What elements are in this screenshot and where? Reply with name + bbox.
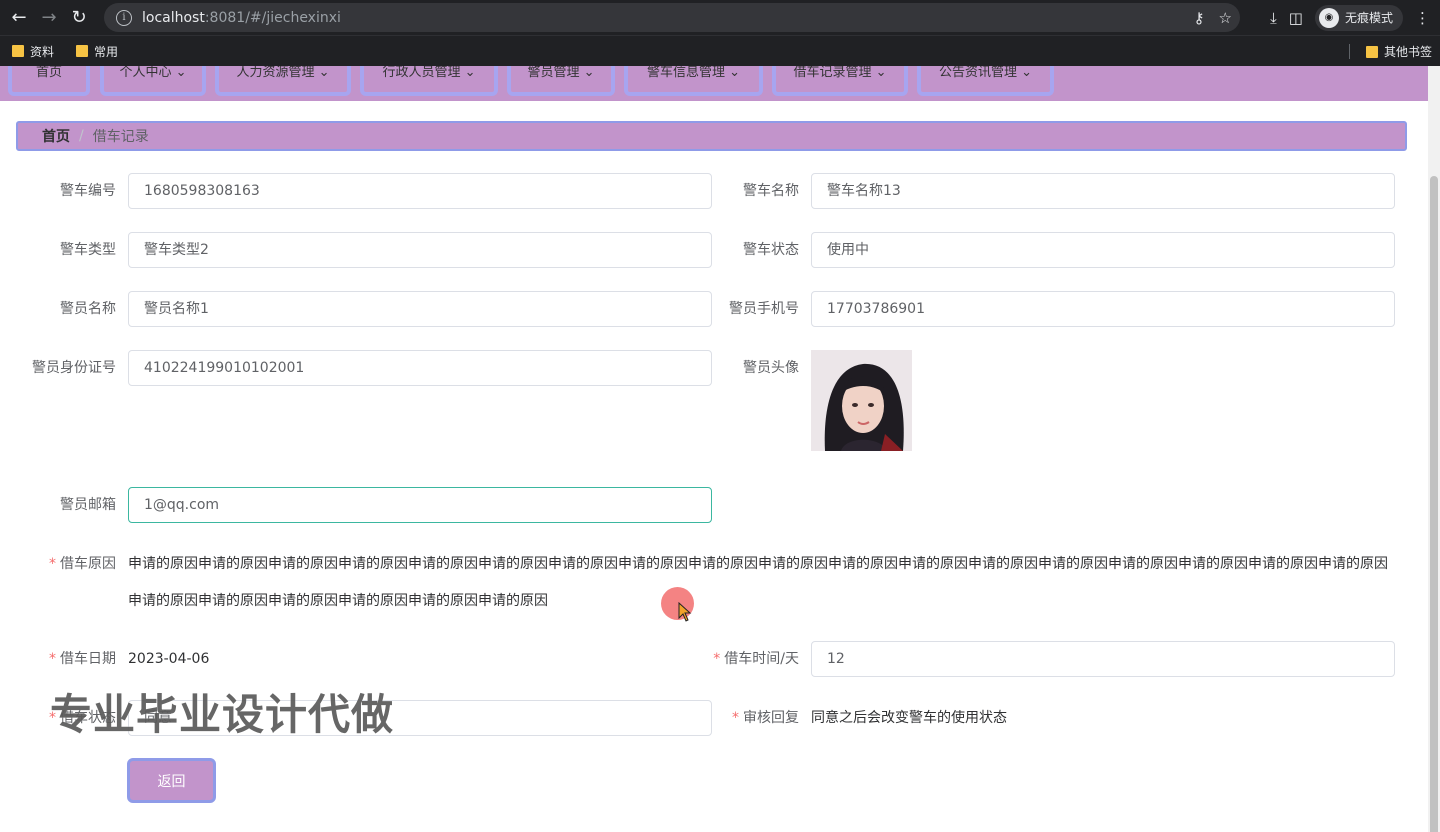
car-no-label: 警车编号 [60,183,116,199]
nav-tab-admin-staff[interactable]: 行政人员管理 ⌄ [360,66,498,96]
officer-phone-field[interactable]: 17703786901 [811,291,1395,327]
car-name-field[interactable]: 警车名称13 [811,173,1395,209]
incognito-badge[interactable]: ◉ 无痕模式 [1314,4,1403,31]
officer-name-field[interactable]: 警员名称1 [128,291,712,327]
officer-email-field[interactable]: 1@qq.com [128,487,712,523]
borrow-days-label: * 借车时间/天 [690,641,799,677]
nav-tab-label: 警员管理 [527,66,580,80]
bookmark-folder-ziliao[interactable]: 资料 [12,43,54,60]
star-icon[interactable]: ☆ [1219,9,1232,27]
bookmark-divider [1349,44,1350,59]
car-no-field[interactable]: 1680598308163 [128,173,712,209]
menu-icon[interactable]: ⋮ [1415,9,1430,27]
reason-label: * 借车原因 [20,546,116,582]
nav-tab-label: 公告资讯管理 [938,66,1017,80]
officer-avatar-image [811,350,912,451]
mouse-pointer-icon [678,602,692,622]
nav-tab-car-info[interactable]: 警车信息管理 ⌄ [624,66,763,96]
reason-text: 申请的原因申请的原因申请的原因申请的原因申请的原因申请的原因申请的原因申请的原因… [128,556,1388,609]
bookmarks-bar: 资料 常用 其他书签 [0,35,1440,66]
scrollbar-thumb[interactable] [1430,176,1438,832]
officer-phone-label: 警员手机号 [729,301,799,317]
car-status-label: 警车状态 [743,242,799,258]
reason-label-text: 借车原因 [60,556,116,572]
incognito-label: 无痕模式 [1344,11,1393,25]
breadcrumb-current: 借车记录 [92,129,149,145]
nav-tab-home[interactable]: 首页 [8,66,90,96]
nav-tab-label: 首页 [35,66,62,80]
folder-icon [12,45,24,57]
site-info-icon[interactable]: i [116,9,132,26]
borrow-date-value: 2023-04-06 [128,651,210,667]
page-content: 首页 个人中心 ⌄ 人力资源管理 ⌄ 行政人员管理 ⌄ 警员管理 ⌄ 警车信息管… [0,66,1428,832]
avatar-photo [811,350,912,451]
other-bookmarks-label: 其他书签 [1383,45,1432,59]
nav-tab-label: 借车记录管理 [793,66,872,80]
reload-icon[interactable]: ↻ [64,3,94,33]
top-navigation: 首页 个人中心 ⌄ 人力资源管理 ⌄ 行政人员管理 ⌄ 警员管理 ⌄ 警车信息管… [0,66,1428,101]
borrow-days-label-text: 借车时间/天 [724,651,799,667]
borrow-date-label-text: 借车日期 [60,651,116,667]
back-button[interactable]: 返回 [127,758,216,803]
bookmark-folder-changyong[interactable]: 常用 [76,43,118,60]
officer-id-label: 警员身份证号 [32,360,116,376]
browser-toolbar: ← → ↻ i localhost:8081/#/jiechexinxi ⚷ ☆… [0,0,1440,35]
folder-icon [1365,45,1378,58]
review-reply-value: 同意之后会改变警车的使用状态 [811,710,1007,726]
car-name-label: 警车名称 [743,183,799,199]
folder-icon [76,45,89,57]
borrow-date-label: * 借车日期 [20,641,116,677]
side-panel-icon[interactable]: ◫ [1289,9,1303,27]
officer-email-label: 警员邮箱 [60,497,116,513]
url-host: localhost [142,9,205,26]
car-type-label: 警车类型 [60,242,116,258]
forward-arrow-icon[interactable]: → [34,3,64,33]
required-mark: * [732,710,739,726]
url-path: :8081/#/jiechexinxi [204,9,341,26]
nav-tab-label: 行政人员管理 [382,66,461,80]
page-scrollbar[interactable] [1428,66,1440,832]
breadcrumb: 首页 / 借车记录 [16,121,1407,151]
required-mark: * [49,556,56,572]
car-status-field[interactable]: 使用中 [811,232,1395,268]
back-arrow-icon[interactable]: ← [4,3,34,33]
watermark-text: 专业毕业设计代做 [50,690,395,739]
breadcrumb-home[interactable]: 首页 [42,126,70,146]
required-mark: * [713,651,721,667]
officer-id-field[interactable]: 410224199010102001 [128,350,712,386]
review-reply-label: * 审核回复 [700,700,799,736]
key-icon[interactable]: ⚷ [1194,9,1205,27]
address-bar[interactable]: i localhost:8081/#/jiechexinxi ⚷ ☆ [104,3,1240,32]
nav-tab-label: 警车信息管理 [646,66,725,80]
nav-tab-announcements[interactable]: 公告资讯管理 ⌄ [917,66,1054,96]
borrow-days-field[interactable]: 12 [811,641,1395,677]
nav-tab-officers[interactable]: 警员管理 ⌄ [507,66,615,96]
review-reply-label-text: 审核回复 [743,710,799,726]
other-bookmarks[interactable]: 其他书签 [1365,36,1432,67]
bookmark-label: 常用 [94,44,119,59]
officer-avatar-label: 警员头像 [743,360,799,376]
nav-tab-label: 人力资源管理 [236,66,315,80]
incognito-icon: ◉ [1318,7,1339,28]
nav-tab-personal[interactable]: 个人中心 ⌄ [100,66,206,96]
download-icon[interactable]: ⤓ [1270,9,1277,27]
car-type-field[interactable]: 警车类型2 [128,232,712,268]
officer-name-label: 警员名称 [60,301,116,317]
nav-tab-label: 个人中心 [119,66,172,80]
required-mark: * [49,651,56,667]
nav-tab-hr[interactable]: 人力资源管理 ⌄ [215,66,351,96]
bookmark-label: 资料 [30,44,55,59]
nav-tab-borrow-records[interactable]: 借车记录管理 ⌄ [772,66,908,96]
breadcrumb-separator: / [79,128,84,144]
